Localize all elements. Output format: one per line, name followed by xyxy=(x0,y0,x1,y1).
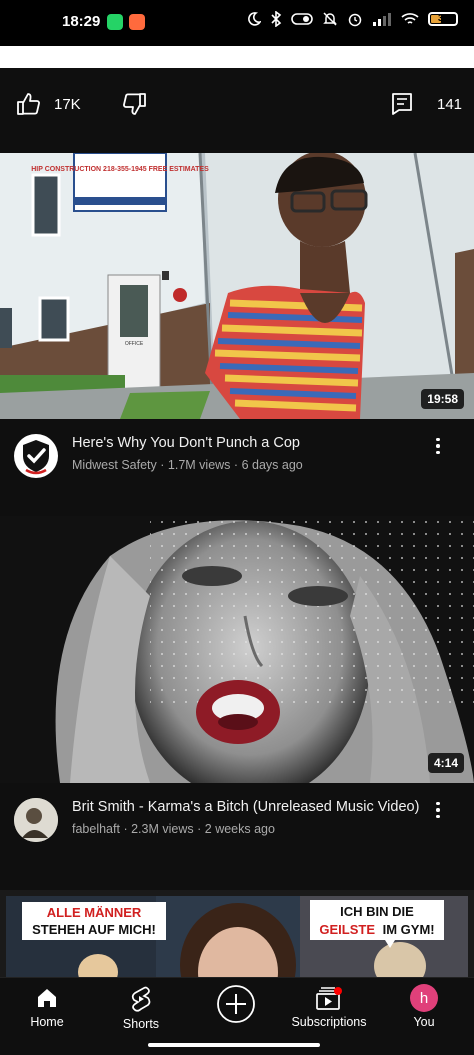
whatsapp-icon xyxy=(107,14,123,30)
svg-text:GEILSTE IM GYM!: GEILSTE IM GYM! xyxy=(319,922,434,937)
video-duration: 4:14 xyxy=(427,753,464,773)
view-count: 2.3M views xyxy=(131,822,194,836)
thumbnail-illustration-2 xyxy=(0,516,474,783)
channel-name: Midwest Safety xyxy=(72,458,157,472)
channel-avatar-illustration xyxy=(14,798,58,842)
shield-check-icon xyxy=(23,440,49,475)
status-icons: 32 xyxy=(247,11,458,27)
dislike-button[interactable] xyxy=(121,92,147,116)
video-thumbnail-1[interactable]: OFFICE HIP CONSTRUCTION 218-355-1945 FRE… xyxy=(0,153,474,419)
thumb-text: ALLE MÄNNER xyxy=(47,905,142,920)
home-icon xyxy=(38,989,56,1007)
video-title: Brit Smith - Karma's a Bitch (Unreleased… xyxy=(72,799,420,815)
like-count: 17K xyxy=(54,95,81,113)
user-avatar: h xyxy=(410,984,438,1012)
battery-icon: 32 xyxy=(428,12,458,26)
nfc-icon xyxy=(291,13,313,25)
avatar-letter: h xyxy=(419,989,429,1007)
video-info-2[interactable]: Brit Smith - Karma's a Bitch (Unreleased… xyxy=(0,796,474,866)
meta-separator: · xyxy=(233,458,239,472)
door-label: OFFICE xyxy=(125,341,144,347)
comment-icon xyxy=(392,93,412,115)
thumbs-down-icon xyxy=(123,93,146,115)
battery-level: 32 xyxy=(437,13,448,23)
channel-name: fabelhaft xyxy=(72,822,120,836)
meta-separator: · xyxy=(123,822,128,836)
comments-button[interactable]: 141 xyxy=(391,92,462,116)
thumbnail-illustration-3: ALLE MÄNNER STEHEH AUF MICH! ICH BIN DIE… xyxy=(0,890,474,977)
upload-age: 2 weeks ago xyxy=(204,822,275,836)
moon-icon xyxy=(248,12,261,26)
bluetooth-icon xyxy=(271,11,282,27)
thumbnail-illustration-1: OFFICE HIP CONSTRUCTION 218-355-1945 FRE… xyxy=(0,153,474,419)
meta-separator: · xyxy=(197,822,202,836)
shorts-icon xyxy=(131,986,151,1012)
more-options-button[interactable] xyxy=(428,800,448,820)
alarm-icon xyxy=(348,13,362,27)
subscriptions-icon xyxy=(316,987,342,1010)
action-row: 17K 141 xyxy=(0,84,474,128)
video-meta: Midwest Safety · 1.7M views · 6 days ago xyxy=(72,456,424,474)
thumbs-up-icon xyxy=(17,93,40,115)
video-meta: fabelhaft · 2.3M views · 2 weeks ago xyxy=(72,820,424,838)
top-strip xyxy=(0,46,474,68)
video-thumbnail-2[interactable]: 4:14 xyxy=(0,516,474,783)
upload-age: 6 days ago xyxy=(241,458,303,472)
status-time: 18:29 xyxy=(62,13,101,30)
recorder-icon xyxy=(129,14,145,30)
thumb-text: GEILSTE xyxy=(319,922,375,937)
nav-subscriptions[interactable]: Subscriptions xyxy=(289,986,369,1029)
nav-create[interactable] xyxy=(196,984,276,1024)
view-count: 1.7M views xyxy=(167,458,231,472)
nav-you[interactable]: h You xyxy=(384,984,464,1029)
more-options-button[interactable] xyxy=(428,436,448,456)
nav-label: Home xyxy=(30,1015,64,1029)
video-info-1[interactable]: Here's Why You Don't Punch a Cop Midwest… xyxy=(0,430,474,490)
status-bar: 18:29 32 xyxy=(0,0,474,46)
nav-label: Subscriptions xyxy=(291,1015,367,1029)
video-title: Here's Why You Don't Punch a Cop xyxy=(72,435,300,451)
channel-avatar[interactable] xyxy=(14,434,58,478)
nav-label: You xyxy=(413,1015,435,1029)
wifi-icon xyxy=(401,13,419,24)
video-duration: 19:58 xyxy=(421,389,464,409)
video-thumbnail-3[interactable]: ALLE MÄNNER STEHEH AUF MICH! ICH BIN DIE… xyxy=(0,890,474,977)
nav-shorts[interactable]: Shorts xyxy=(101,986,181,1031)
channel-avatar[interactable] xyxy=(14,798,58,842)
thumb-text: IM GYM! xyxy=(383,922,435,937)
add-icon xyxy=(217,985,255,1023)
mute-icon xyxy=(323,12,337,26)
video-title-block: Brit Smith - Karma's a Bitch (Unreleased… xyxy=(72,798,424,838)
like-button[interactable]: 17K xyxy=(16,92,81,116)
home-indicator[interactable] xyxy=(148,1043,320,1047)
nav-home[interactable]: Home xyxy=(7,986,87,1029)
thumb-text: ICH BIN DIE xyxy=(340,904,414,919)
meta-separator: · xyxy=(160,458,165,472)
comment-count: 141 xyxy=(437,95,463,113)
signal-icon xyxy=(373,13,391,26)
video-title-block: Here's Why You Don't Punch a Cop Midwest… xyxy=(72,434,424,474)
nav-label: Shorts xyxy=(122,1017,160,1031)
sign-text: HIP CONSTRUCTION 218-355-1945 FREE ESTIM… xyxy=(31,166,209,173)
thumb-text: STEHEH AUF MICH! xyxy=(32,922,156,937)
